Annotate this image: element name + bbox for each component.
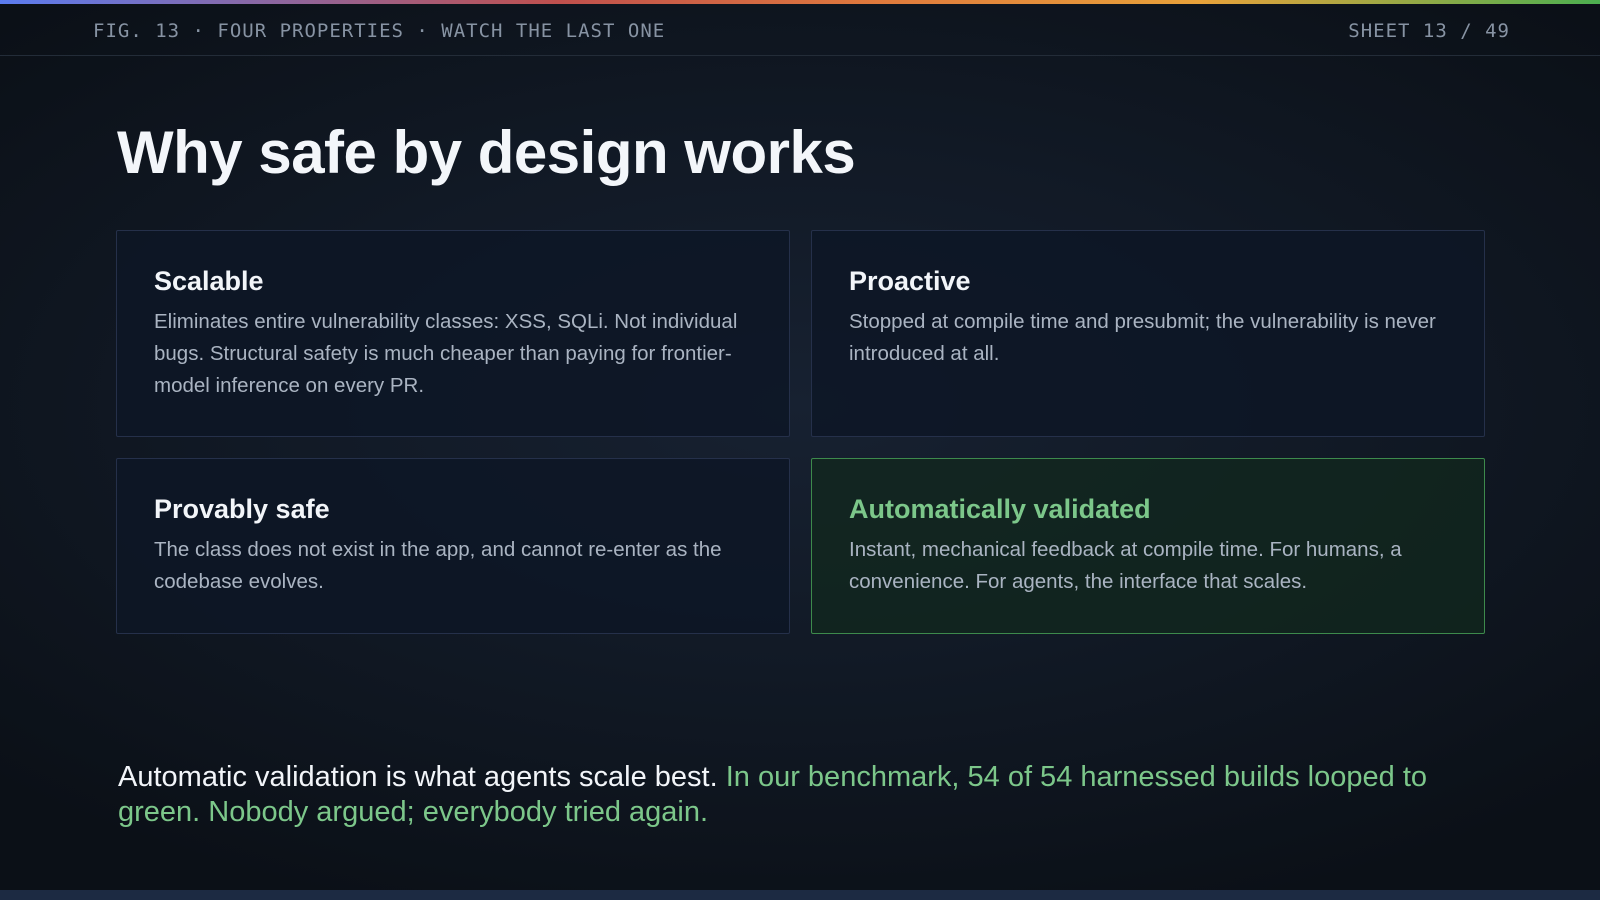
- card-proactive: Proactive Stopped at compile time and pr…: [811, 230, 1485, 437]
- card-title: Provably safe: [154, 494, 330, 524]
- slide-title: Why safe by design works: [117, 119, 856, 186]
- card-scalable: Scalable Eliminates entire vulnerability…: [116, 230, 790, 437]
- conclusion-lead: Automatic validation is what agents scal…: [118, 761, 718, 793]
- card-title: Automatically validated: [849, 494, 1151, 524]
- figure-label: FIG. 13 · FOUR PROPERTIES · WATCH THE LA…: [93, 20, 666, 42]
- card-body: The class does not exist in the app, and…: [154, 538, 722, 593]
- card-body: Instant, mechanical feedback at compile …: [849, 538, 1402, 593]
- card-body: Stopped at compile time and presubmit; t…: [849, 310, 1436, 365]
- card-provably-safe: Provably safe The class does not exist i…: [116, 458, 790, 634]
- slide-header: FIG. 13 · FOUR PROPERTIES · WATCH THE LA…: [0, 4, 1600, 56]
- card-title: Proactive: [849, 266, 971, 296]
- card-automatically-validated: Automatically validated Instant, mechani…: [811, 458, 1485, 634]
- card-body: Eliminates entire vulnerability classes:…: [154, 310, 738, 397]
- conclusion-statement: Automatic validation is what agents scal…: [118, 760, 1498, 830]
- card-title: Scalable: [154, 266, 264, 296]
- sheet-counter: SHEET 13 / 49: [1348, 20, 1510, 42]
- slide: FIG. 13 · FOUR PROPERTIES · WATCH THE LA…: [0, 0, 1600, 900]
- bottom-bar: [0, 890, 1600, 900]
